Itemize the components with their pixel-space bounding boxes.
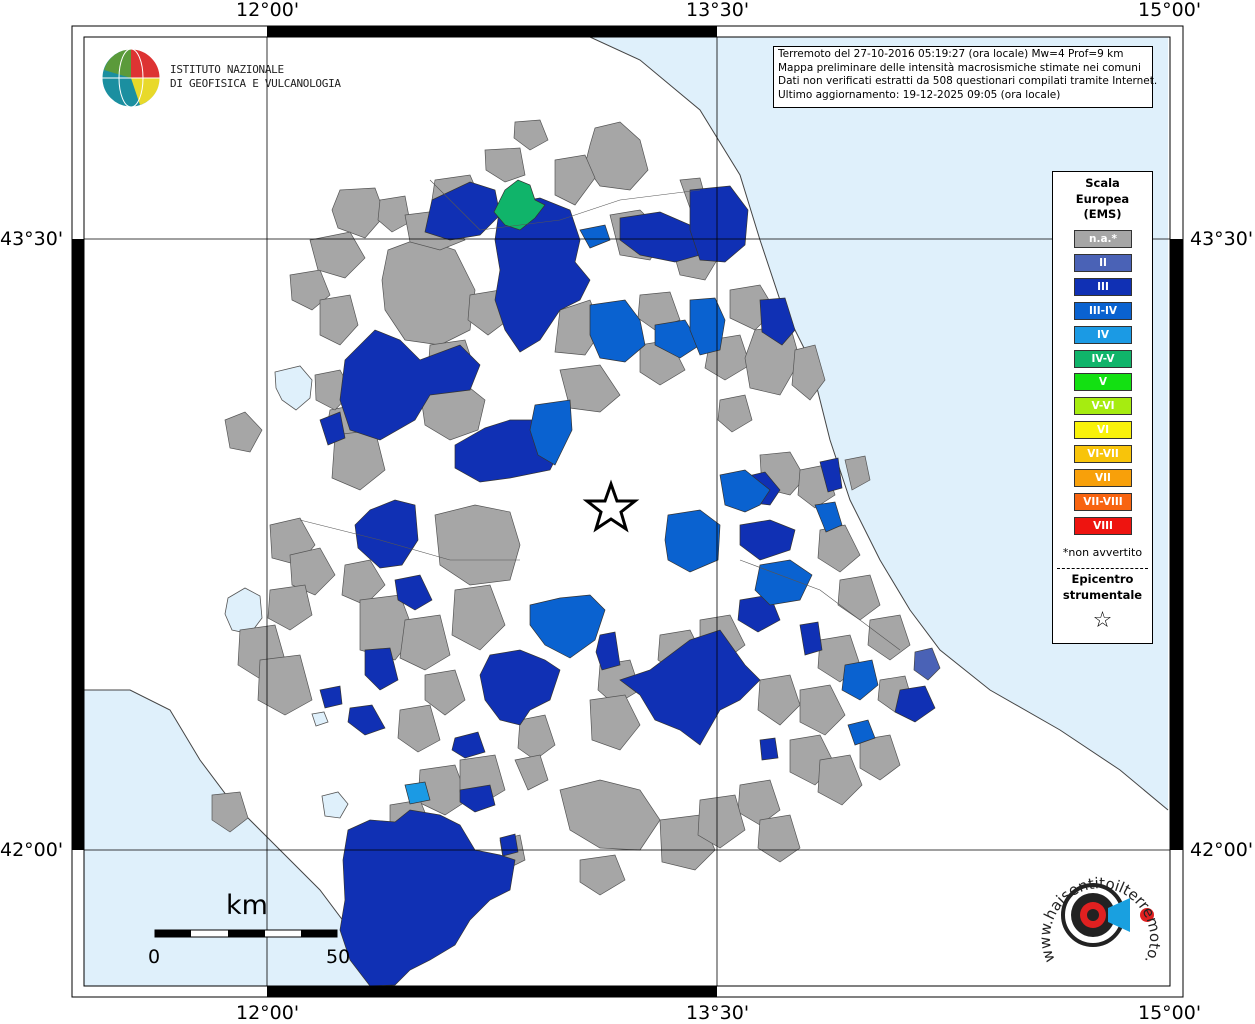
legend-footnote: *non avvertito [1062,546,1143,559]
event-info-line1: Terremoto del 27-10-2016 05:19:27 (ora l… [778,48,1124,60]
legend-item-5: IV-V [1074,349,1132,368]
ingv-logo-text: ISTITUTO NAZIONALE DI GEOFISICA E VULCAN… [170,63,341,91]
legend-item-9: VI-VII [1074,445,1132,464]
legend-item-4: IV [1074,325,1132,344]
legend-item-2: III [1074,277,1132,296]
svg-text:www.haisentitoilterremoto.it: www.haisentitoilterremoto.it [1035,860,1164,967]
event-info-line2: Mappa preliminare delle intensità macros… [778,61,1141,74]
legend-item-1: II [1074,253,1132,272]
scale-max-label: 50 [326,946,351,968]
ems-legend: Scala Europea (EMS) n.a.* II III III-IV IV IV… [1052,171,1153,644]
ingv-logo-icon [101,48,161,108]
legend-epicenter-label: Epicentro strumentale [1053,572,1152,603]
lon-label-top-15: 15°00' [1138,0,1202,21]
event-info-box: Terremoto del 27-10-2016 05:19:27 (ora l… [773,46,1158,108]
lat-label-left-42: 42°00' [0,839,64,861]
legend-item-8: VI [1074,421,1132,440]
legend-epicenter-line1: Epicentro [1071,572,1134,586]
legend-item-3: III-IV [1074,301,1132,320]
legend-title: Scala Europea (EMS) [1053,176,1152,223]
lon-label-top-12: 12°00' [236,0,300,21]
hsi-logo-text: www.haisentitoilterremoto.it [1035,860,1164,967]
legend-title-line3: (EMS) [1083,207,1122,221]
legend-item-7: V-VI [1074,397,1132,416]
lon-label-bottom-15: 15°00' [1138,1002,1202,1024]
legend-title-line2: Europea [1075,191,1130,206]
legend-item-11: VII-VIII [1074,492,1132,511]
hsi-logo-url: www.haisentitoilterremoto.it [1035,860,1164,967]
legend-epicenter-star-icon: ☆ [1092,608,1113,633]
lat-label-right-4330: 43°30' [1190,228,1254,250]
legend-item-6: V [1074,373,1132,392]
scale-bar [154,929,338,938]
lat-label-right-42: 42°00' [1190,839,1254,861]
legend-item-0: n.a.* [1074,230,1132,248]
scale-min-label: 0 [148,946,161,968]
lon-label-top-1330: 13°30' [686,0,750,21]
ingv-logo-line2: DI GEOFISICA E VULCANOLOGIA [170,77,341,90]
legend-item-12: VIII [1074,516,1132,535]
lon-label-bottom-1330: 13°30' [686,1002,750,1024]
legend-title-line1: Scala [1085,176,1120,190]
scale-unit-label: km [226,890,268,921]
lat-label-left-4330: 43°30' [0,228,64,250]
event-info-line3: Dati non verificati estratti da 508 ques… [778,75,1158,88]
legend-separator [1057,568,1148,569]
legend-item-10: VII [1074,469,1132,487]
lon-label-bottom-12: 12°00' [236,1002,300,1024]
legend-epicenter-line2: strumentale [1062,587,1143,602]
ingv-logo-line1: ISTITUTO NAZIONALE [170,63,284,76]
event-info-line4: Ultimo aggiornamento: 19-12-2025 09:05 (… [778,88,1061,101]
